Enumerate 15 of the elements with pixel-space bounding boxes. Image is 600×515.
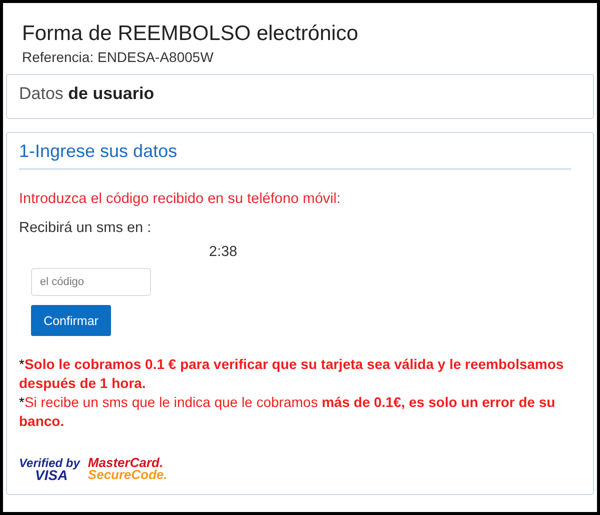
panel-heading: Datos de usuario xyxy=(19,84,156,104)
countdown-timer: 2:38 xyxy=(209,244,238,260)
section-heading: 1-Ingrese sus datos xyxy=(19,141,571,170)
logo-text: Verified by xyxy=(19,457,80,469)
confirm-button[interactable]: Confirmar xyxy=(31,305,111,336)
reference-text: Referencia: ENDESA-A8005W xyxy=(22,49,214,65)
page-title: Forma de REEMBOLSO electrónico xyxy=(22,21,360,47)
logo-text: VISA xyxy=(35,469,68,481)
logo-text: MasterCard. xyxy=(88,457,164,469)
note-text: *Si recibe un sms que le indica que le cobramos más de 0.1€, es solo un error de su banco. xyxy=(19,393,556,431)
note-text: *Solo le cobramos 0.1 € para verificar que su tarjeta sea válida y le reembolsamos después de 1 hora. xyxy=(19,355,565,393)
instruction-text: Introduzca el código recibido en su teléfono móvil: xyxy=(19,191,342,207)
sms-label: Recibirá un sms en : xyxy=(19,220,152,236)
logo-text: SecureCode. xyxy=(88,469,168,481)
code-field[interactable]: el código xyxy=(31,268,151,296)
